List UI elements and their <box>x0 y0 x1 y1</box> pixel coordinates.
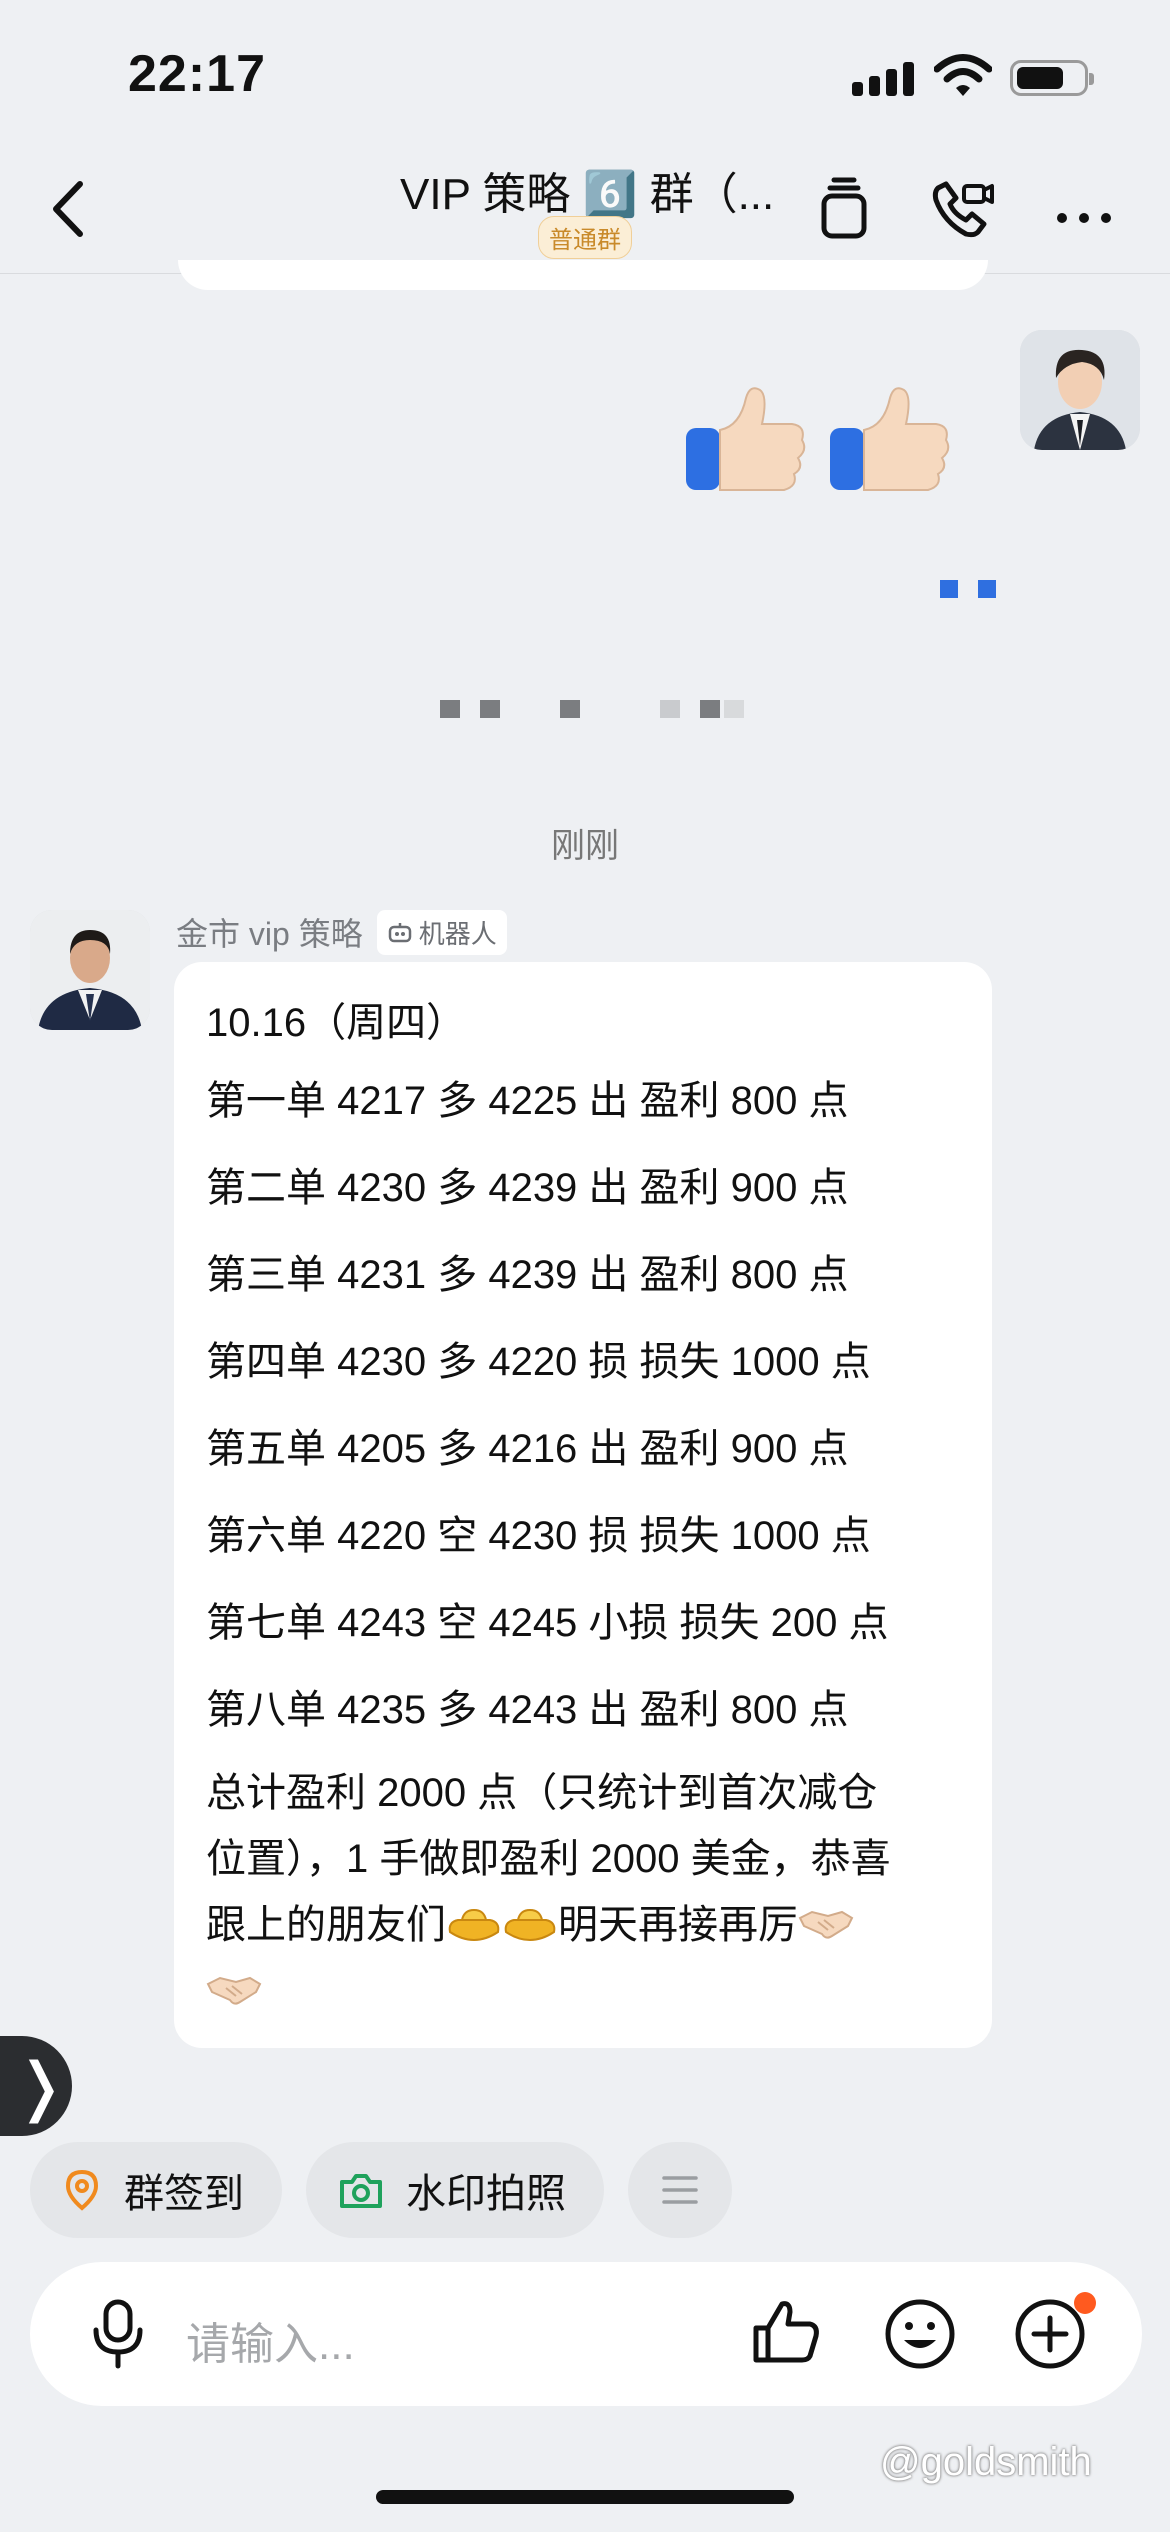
trade-line: 第三单 4231 多 4239 出 盈利 800 点 <box>206 1253 849 1297</box>
message-summary: 总计盈利 2000 点（只统计到首次减仓 位置），1 手做即盈利 2000 美金… <box>206 1760 962 2024</box>
watermark: @goldsmith <box>880 2440 1092 2484</box>
side-panel-handle[interactable]: ❭ <box>0 2036 72 2136</box>
group-checkin-button[interactable]: 群签到 <box>30 2142 282 2238</box>
message-date-line: 10.16（周四） <box>206 1001 467 1045</box>
signal-icon <box>852 60 916 96</box>
bot-tag-label: 机器人 <box>418 918 497 949</box>
group-checkin-label: 群签到 <box>124 2172 244 2216</box>
group-type-badge: 普通群 <box>538 216 632 259</box>
message-input-bar: 请输入... <box>30 2262 1142 2406</box>
chevron-right-icon: ❭ <box>14 2050 68 2124</box>
gold-ingot-icon <box>504 1908 556 1942</box>
watermark-photo-button[interactable]: 水印拍照 <box>306 2142 604 2238</box>
watermark-photo-label: 水印拍照 <box>406 2172 566 2216</box>
emoji-icon[interactable] <box>882 2296 958 2372</box>
previous-message-bubble <box>178 260 988 290</box>
trade-line: 第六单 4220 空 4230 损 损失 1000 点 <box>206 1514 871 1558</box>
bot-tag: 机器人 <box>376 909 507 955</box>
video-call-icon[interactable] <box>924 170 1000 246</box>
message-input[interactable]: 请输入... <box>186 2308 355 2372</box>
summary-line: 跟上的朋友们 明天再接再厉 <box>206 1892 962 1958</box>
trade-line: 第八单 4235 多 4243 出 盈利 800 点 <box>206 1688 849 1732</box>
gold-ingot-icon <box>448 1908 500 1942</box>
quick-actions: 群签到 水印拍照 <box>30 2142 756 2238</box>
summary-text: 跟上的朋友们 <box>206 1903 446 1947</box>
status-time: 22:17 <box>128 45 266 103</box>
wifi-icon <box>934 54 992 96</box>
microphone-icon[interactable] <box>86 2298 150 2370</box>
trade-line: 第七单 4243 空 4245 小损 损失 200 点 <box>206 1601 889 1645</box>
group-files-icon[interactable] <box>806 170 882 246</box>
message-bubble[interactable]: 10.16（周四） 第一单 4217 多 4225 出 盈利 800 点 第二单… <box>174 962 992 2048</box>
message-timestamp: 刚刚 <box>551 827 619 865</box>
handshake-icon <box>798 1910 854 1939</box>
summary-line: 位置），1 手做即盈利 2000 美金，恭喜 <box>206 1837 891 1881</box>
trade-line: 第一单 4217 多 4225 出 盈利 800 点 <box>206 1079 849 1123</box>
home-indicator[interactable] <box>376 2490 794 2504</box>
handshake-icon <box>206 1976 262 2005</box>
thumbs-up-stickers <box>680 378 980 508</box>
menu-icon <box>662 2176 698 2204</box>
sender-avatar[interactable] <box>30 910 150 1030</box>
battery-icon <box>1010 60 1094 96</box>
summary-line <box>206 1958 962 2024</box>
trade-line: 第四单 4230 多 4220 损 损失 1000 点 <box>206 1340 871 1384</box>
my-avatar[interactable] <box>1020 330 1140 450</box>
more-actions-button[interactable] <box>628 2142 732 2238</box>
trade-line: 第二单 4230 多 4239 出 盈利 900 点 <box>206 1166 849 1210</box>
group-title[interactable]: VIP 策略 6️⃣ 群（... <box>400 158 774 222</box>
chat-area[interactable]: 刚刚 金市 vip 策略 机器人 10.16（周四） 第一单 4217 多 42… <box>0 260 1170 2074</box>
status-bar: 22:17 <box>0 0 1170 150</box>
trade-line: 第五单 4205 多 4216 出 盈利 900 点 <box>206 1427 849 1471</box>
nav-bar: VIP 策略 6️⃣ 群（... 普通群 <box>0 150 1170 274</box>
like-icon[interactable] <box>750 2296 822 2368</box>
redacted-content <box>438 700 748 720</box>
sender-info: 金市 vip 策略 机器人 <box>176 909 507 955</box>
location-pin-icon <box>65 2169 99 2211</box>
sending-indicator <box>940 580 1016 603</box>
sender-name[interactable]: 金市 vip 策略 <box>176 909 363 955</box>
more-icon[interactable] <box>1046 170 1122 246</box>
camera-icon <box>340 2174 382 2208</box>
back-icon[interactable] <box>40 174 100 244</box>
thumbs-up-icon <box>686 387 950 491</box>
robot-icon <box>388 923 411 943</box>
summary-text: 明天再接再厉 <box>558 1903 798 1947</box>
notification-dot <box>1074 2292 1096 2314</box>
summary-line: 总计盈利 2000 点（只统计到首次减仓 <box>206 1771 878 1815</box>
